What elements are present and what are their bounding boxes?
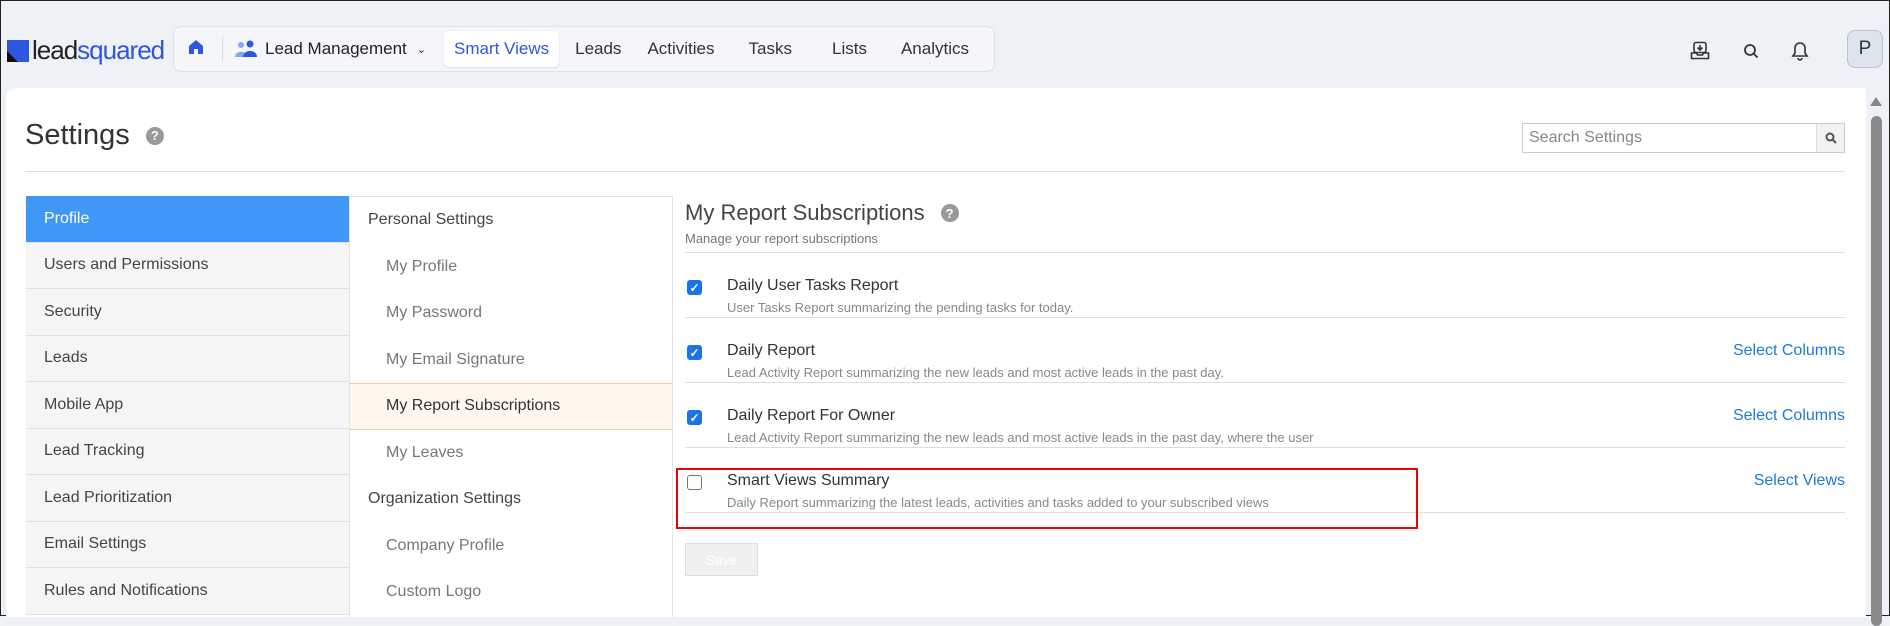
workspace-label: Lead Management (265, 39, 407, 58)
page-title: Settings (25, 119, 130, 151)
search-settings (1522, 123, 1845, 153)
search-icon[interactable] (1739, 39, 1763, 63)
nav-activities[interactable]: Activities (637, 31, 724, 67)
subscription-title: Daily Report For Owner (727, 407, 896, 424)
search-button-icon[interactable] (1816, 124, 1844, 152)
settings-subnav: Personal Settings My Profile My Password… (349, 196, 673, 617)
category-lead-tracking[interactable]: Lead Tracking (26, 428, 349, 475)
highlight-box (676, 468, 1418, 529)
help-icon[interactable]: ? (145, 126, 164, 145)
scroll-up-arrow-icon[interactable] (1870, 97, 1882, 106)
subscription-checkbox[interactable]: ✓ (687, 410, 702, 425)
subscription-description: Lead Activity Report summarizing the new… (727, 430, 1314, 445)
home-icon[interactable] (182, 39, 210, 60)
section-title: My Report Subscriptions (685, 200, 925, 225)
subscription-row: ✓ Daily User Tasks Report User Tasks Rep… (685, 253, 1845, 318)
nav-leads[interactable]: Leads (565, 31, 631, 67)
logo-mark-icon (7, 39, 29, 62)
subscription-checkbox[interactable]: ✓ (687, 345, 702, 360)
scrollbar-thumb[interactable] (1871, 116, 1882, 626)
organization-settings-header: Organization Settings (368, 490, 521, 508)
subscription-row: ✓ Daily Report For Owner Lead Activity R… (685, 383, 1845, 448)
download-inbox-icon[interactable] (1688, 39, 1712, 63)
section-subtitle: Manage your report subscriptions (685, 231, 878, 246)
category-mobile-app[interactable]: Mobile App (26, 382, 349, 429)
section-heading-row: My Report Subscriptions ? (685, 196, 1845, 230)
select-views-link[interactable]: Select Views (1754, 472, 1845, 490)
report-subscriptions-content: My Report Subscriptions ? Manage your re… (685, 196, 1845, 513)
subnav-company-profile[interactable]: Company Profile (350, 523, 672, 570)
personal-settings-header: Personal Settings (368, 211, 494, 229)
leadsquared-logo[interactable]: lead squared (7, 35, 165, 66)
logo-text-lead: lead (32, 35, 78, 65)
workspace-dropdown[interactable]: Lead Management ⌄ (235, 39, 426, 59)
subscription-title: Daily User Tasks Report (727, 277, 899, 294)
search-settings-input[interactable] (1523, 124, 1816, 152)
category-rules-and-notifications[interactable]: Rules and Notifications (26, 568, 349, 615)
subnav-my-email-signature[interactable]: My Email Signature (350, 337, 672, 384)
nav-smart-views[interactable]: Smart Views (444, 31, 560, 67)
category-security[interactable]: Security (26, 289, 349, 336)
logo-text-squared: squared (77, 35, 165, 65)
subscription-description: User Tasks Report summarizing the pendin… (727, 300, 1074, 315)
category-email-settings[interactable]: Email Settings (26, 521, 349, 568)
bell-icon[interactable] (1788, 39, 1812, 63)
nav-separator (222, 37, 223, 61)
nav-lists[interactable]: Lists (822, 31, 877, 67)
subscription-description: Lead Activity Report summarizing the new… (727, 365, 1224, 380)
user-avatar[interactable]: P (1847, 30, 1883, 68)
vertical-scrollbar[interactable] (1867, 89, 1885, 626)
category-lead-prioritization[interactable]: Lead Prioritization (26, 475, 349, 522)
chevron-down-icon: ⌄ (416, 43, 426, 56)
subscription-title: Daily Report (727, 342, 816, 359)
top-navigation: Lead Management ⌄ Smart Views Leads Acti… (173, 26, 995, 72)
subscription-checkbox[interactable]: ✓ (687, 280, 702, 295)
category-leads[interactable]: Leads (26, 335, 349, 382)
select-columns-link[interactable]: Select Columns (1733, 407, 1845, 425)
select-columns-link[interactable]: Select Columns (1733, 342, 1845, 360)
category-profile[interactable]: Profile (26, 196, 349, 243)
subnav-custom-logo[interactable]: Custom Logo (350, 569, 672, 616)
subnav-my-password[interactable]: My Password (350, 290, 672, 337)
subscription-row: ✓ Daily Report Lead Activity Report summ… (685, 318, 1845, 383)
save-button[interactable]: Save (685, 543, 758, 576)
subnav-my-profile[interactable]: My Profile (350, 244, 672, 291)
subnav-my-leaves[interactable]: My Leaves (350, 430, 672, 477)
nav-analytics[interactable]: Analytics (891, 31, 979, 67)
users-icon (235, 40, 257, 57)
help-icon[interactable]: ? (940, 204, 959, 222)
settings-category-nav: Profile Users and Permissions Security L… (26, 196, 349, 615)
subnav-my-report-subscriptions[interactable]: My Report Subscriptions (350, 383, 672, 430)
page-title-row: Settings ? (25, 119, 164, 152)
title-divider (25, 171, 1845, 172)
category-users-and-permissions[interactable]: Users and Permissions (26, 242, 349, 289)
nav-tasks[interactable]: Tasks (739, 31, 802, 67)
